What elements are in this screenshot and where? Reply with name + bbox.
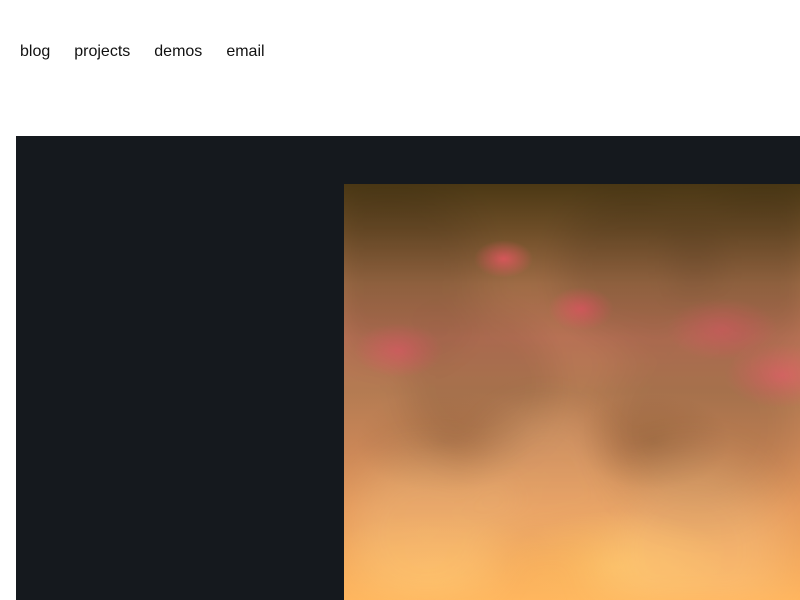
demo-stage — [16, 136, 800, 600]
nav-link-blog[interactable]: blog — [20, 42, 50, 62]
nav-link-email[interactable]: email — [226, 42, 264, 62]
nav-link-demos[interactable]: demos — [154, 42, 202, 62]
nav-link-projects[interactable]: projects — [74, 42, 130, 62]
top-navigation: blog projects demos email — [20, 42, 265, 62]
fire-canvas[interactable] — [344, 184, 800, 600]
